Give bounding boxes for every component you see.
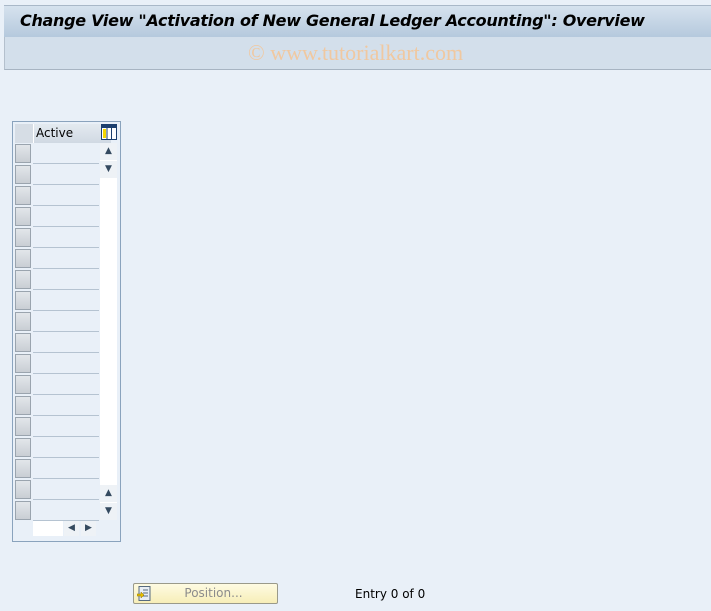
active-cell[interactable] [33, 458, 99, 479]
active-cell[interactable] [33, 332, 99, 353]
table-row [15, 185, 99, 206]
table-row [15, 395, 99, 416]
row-selector[interactable] [15, 354, 31, 373]
toolbar: © www.tutorialkart.com [4, 37, 711, 70]
entry-status: Entry 0 of 0 [355, 587, 426, 601]
table-row [15, 332, 99, 353]
active-cell[interactable] [33, 248, 99, 269]
row-selector[interactable] [15, 228, 31, 247]
table-row [15, 206, 99, 227]
table-row [15, 164, 99, 185]
row-selector[interactable] [15, 312, 31, 331]
row-selector[interactable] [15, 186, 31, 205]
title-bar: Change View "Activation of New General L… [4, 5, 711, 37]
horizontal-scrollbar[interactable]: ◀ ▶ [33, 521, 99, 538]
active-cell[interactable] [33, 206, 99, 227]
table-row [15, 416, 99, 437]
data-table: Active ▲ ▼ ▲ ▼ ◀ ▶ [12, 121, 121, 542]
table-row [15, 479, 99, 500]
active-cell[interactable] [33, 311, 99, 332]
row-selector[interactable] [15, 207, 31, 226]
row-selector[interactable] [15, 333, 31, 352]
scroll-left-icon[interactable]: ◀ [64, 521, 79, 536]
active-cell[interactable] [33, 479, 99, 500]
table-row [15, 143, 99, 164]
page-title: Change View "Activation of New General L… [20, 11, 645, 30]
row-selector[interactable] [15, 501, 31, 520]
table-row [15, 458, 99, 479]
scroll-right-icon[interactable]: ▶ [81, 521, 96, 536]
active-cell[interactable] [33, 164, 99, 185]
table-row [15, 290, 99, 311]
column-header-active[interactable]: Active [34, 124, 111, 143]
row-selector[interactable] [15, 459, 31, 478]
watermark: © www.tutorialkart.com [248, 40, 464, 65]
row-selector[interactable] [15, 375, 31, 394]
position-button[interactable]: Position... [133, 583, 278, 604]
position-button-label: Position... [184, 586, 243, 600]
row-selector[interactable] [15, 291, 31, 310]
row-selector[interactable] [15, 438, 31, 457]
vertical-scrollbar[interactable]: ▲ ▼ ▲ ▼ [100, 143, 117, 520]
table-settings-icon[interactable] [101, 124, 117, 140]
active-cell[interactable] [33, 227, 99, 248]
row-selector[interactable] [15, 165, 31, 184]
table-row [15, 353, 99, 374]
table-row [15, 437, 99, 458]
active-cell[interactable] [33, 500, 99, 521]
table-row [15, 374, 99, 395]
active-cell[interactable] [33, 143, 99, 164]
table-row [15, 269, 99, 290]
active-cell[interactable] [33, 416, 99, 437]
active-cell[interactable] [33, 185, 99, 206]
table-row [15, 311, 99, 332]
scroll-down-icon[interactable]: ▼ [100, 161, 117, 178]
row-selector[interactable] [15, 270, 31, 289]
horizontal-scroll-track[interactable] [33, 521, 63, 536]
active-cell[interactable] [33, 437, 99, 458]
row-selector[interactable] [15, 417, 31, 436]
active-cell[interactable] [33, 395, 99, 416]
scroll-up-icon[interactable]: ▲ [100, 143, 117, 160]
table-rows [15, 143, 99, 521]
table-row [15, 248, 99, 269]
row-selector[interactable] [15, 249, 31, 268]
table-row [15, 227, 99, 248]
select-all-button[interactable] [15, 124, 34, 143]
row-selector[interactable] [15, 480, 31, 499]
table-row [15, 500, 99, 521]
row-selector[interactable] [15, 144, 31, 163]
active-cell[interactable] [33, 353, 99, 374]
scroll-down-bottom-icon[interactable]: ▼ [100, 503, 117, 520]
active-cell[interactable] [33, 374, 99, 395]
scroll-up-bottom-icon[interactable]: ▲ [100, 485, 117, 502]
active-cell[interactable] [33, 269, 99, 290]
active-cell[interactable] [33, 290, 99, 311]
row-selector[interactable] [15, 396, 31, 415]
